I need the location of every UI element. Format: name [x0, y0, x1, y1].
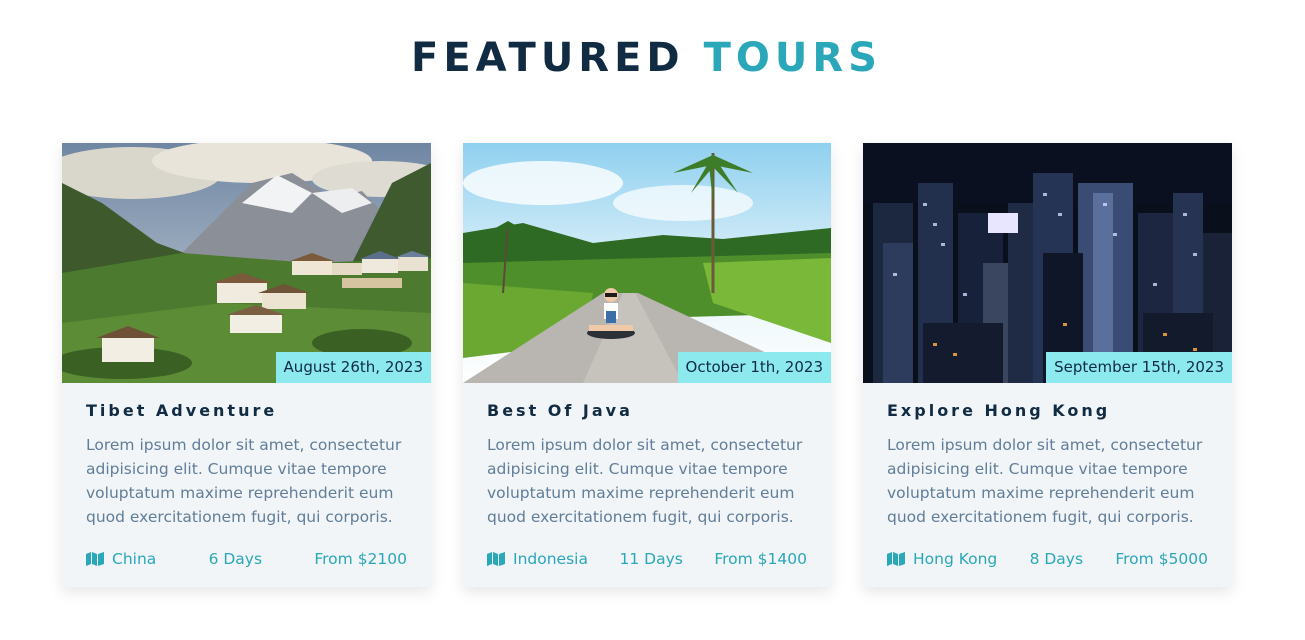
tour-price: From $2100: [314, 550, 407, 568]
tour-price: From $5000: [1115, 550, 1208, 568]
tour-image-java[interactable]: [463, 143, 831, 383]
tour-date-badge: September 15th, 2023: [1046, 352, 1232, 383]
section-title: FEATURED TOURS: [0, 34, 1293, 82]
tour-location-label: China: [112, 550, 157, 568]
tour-title[interactable]: Tibet Adventure: [86, 401, 408, 421]
tour-date-badge: August 26th, 2023: [275, 352, 431, 383]
tour-duration: 6 Days: [208, 550, 263, 568]
tropical-road-photo: [463, 143, 831, 383]
tour-location: China: [86, 550, 156, 568]
tour-location-label: Hong Kong: [913, 550, 998, 568]
map-icon: [887, 552, 905, 566]
tour-date-badge: October 1th, 2023: [677, 352, 831, 383]
map-icon: [86, 552, 104, 566]
tour-location: Hong Kong: [887, 550, 997, 568]
city-night-photo: [863, 143, 1232, 383]
tour-card-java[interactable]: October 1th, 2023 Best Of Java Lorem ips…: [463, 143, 831, 587]
section-title-main: FEATURED: [411, 35, 685, 81]
tour-footer: Hong Kong 8 Days From $5000: [887, 548, 1208, 570]
tour-duration: 11 Days: [619, 550, 683, 568]
tour-title[interactable]: Explore Hong Kong: [887, 401, 1209, 421]
tour-description: Lorem ipsum dolor sit amet, consectetur …: [487, 436, 803, 526]
tour-card-hong-kong[interactable]: September 15th, 2023 Explore Hong Kong L…: [863, 143, 1232, 587]
section-title-accent: TOURS: [703, 35, 882, 81]
tour-card-tibet[interactable]: August 26th, 2023 Tibet Adventure Lorem …: [62, 143, 431, 587]
tour-price: From $1400: [714, 550, 807, 568]
tour-description: Lorem ipsum dolor sit amet, consectetur …: [86, 436, 402, 526]
tour-image-tibet[interactable]: [62, 143, 431, 383]
tour-title[interactable]: Best Of Java: [487, 401, 809, 421]
tour-footer: China 6 Days From $2100: [86, 548, 407, 570]
mountain-village-photo: [62, 143, 431, 383]
tour-location-label: Indonesia: [513, 550, 588, 568]
tour-location: Indonesia: [487, 550, 588, 568]
tour-footer: Indonesia 11 Days From $1400: [487, 548, 807, 570]
tour-body: Best Of Java Lorem ipsum dolor sit amet,…: [487, 401, 809, 529]
tour-duration: 8 Days: [1029, 550, 1084, 568]
tour-image-hong-kong[interactable]: [863, 143, 1232, 383]
map-icon: [487, 552, 505, 566]
tour-description: Lorem ipsum dolor sit amet, consectetur …: [887, 436, 1203, 526]
tour-body: Tibet Adventure Lorem ipsum dolor sit am…: [86, 401, 408, 529]
tour-body: Explore Hong Kong Lorem ipsum dolor sit …: [887, 401, 1209, 529]
